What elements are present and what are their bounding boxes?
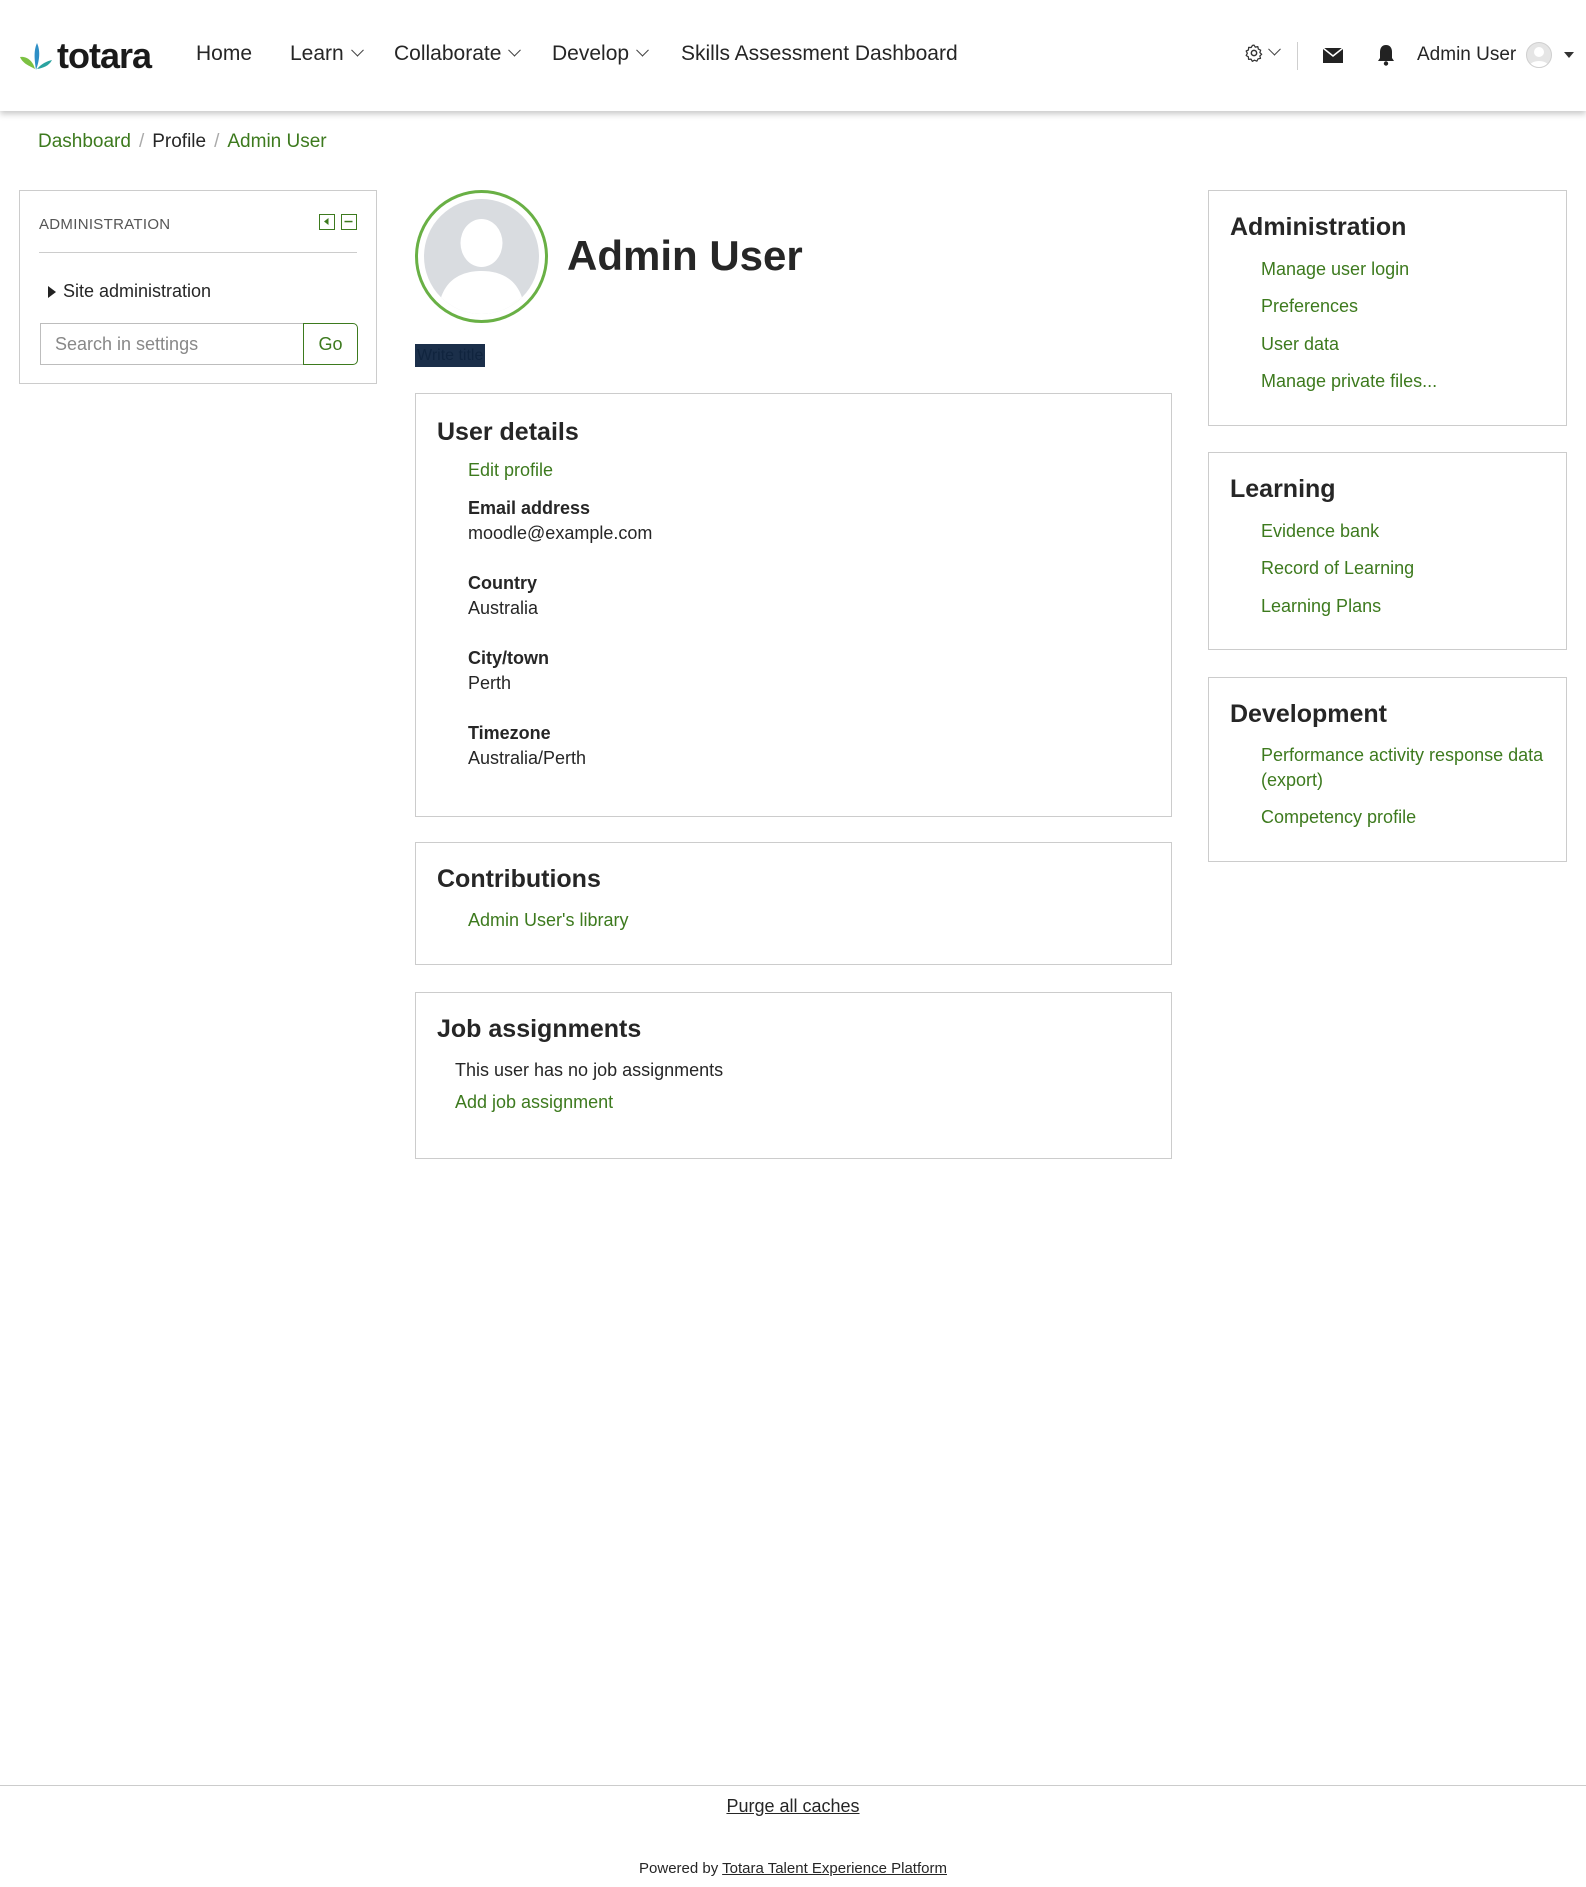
collapse-block-button[interactable] [341,214,357,230]
expand-triangle-icon [48,285,56,298]
envelope-icon [1322,47,1344,63]
evidence-bank-link[interactable]: Evidence bank [1261,519,1551,544]
competency-profile-link[interactable]: Competency profile [1261,805,1551,830]
field-value-city: Perth [468,673,512,693]
user-details-title: User details [437,418,579,446]
footer-divider [0,1785,1586,1786]
contributions-card: Contributions Admin User's library [415,842,1172,965]
breadcrumb-dashboard[interactable]: Dashboard [38,131,131,153]
learning-title: Learning [1230,475,1336,503]
tree-item-site-administration[interactable]: Site administration [48,281,211,302]
settings-search-go-button[interactable]: Go [303,323,358,365]
profile-administration-block: Administration Manage user login Prefere… [1208,190,1567,426]
learning-block: Learning Evidence bank Record of Learnin… [1208,452,1567,650]
totara-logo[interactable]: totara [19,35,152,76]
field-label-email: Email address [468,498,591,518]
manage-private-files-link[interactable]: Manage private files... [1261,369,1551,394]
totara-platform-link[interactable]: Totara Talent Experience Platform [722,1860,947,1877]
gear-icon [1245,44,1263,62]
user-menu[interactable]: Admin User [1417,42,1575,68]
bell-icon [1378,45,1394,66]
breadcrumb-separator: / [214,131,220,152]
field-value-country: Australia [468,598,539,618]
profile-administration-title: Administration [1230,213,1407,241]
profile-full-name: Admin User [567,232,803,279]
administration-block-title: ADMINISTRATION [39,216,171,233]
user-menu-name: Admin User [1417,44,1517,65]
nav-collaborate-label: Collaborate [394,42,502,65]
field-value-timezone: Australia/Perth [468,748,587,768]
chevron-down-icon [508,43,522,57]
tree-item-label: Site administration [63,281,212,301]
breadcrumb-admin-user[interactable]: Admin User [227,131,326,153]
breadcrumb: Dashboard / Profile / Admin User [38,131,327,153]
field-label-country: Country [468,573,537,593]
add-job-assignment-link[interactable]: Add job assignment [455,1092,613,1113]
powered-by-prefix: Powered by [639,1860,723,1877]
caret-down-icon [1564,52,1575,58]
powered-by: Powered by Totara Talent Experience Plat… [0,1860,1586,1877]
breadcrumb-separator: / [138,131,145,152]
performance-activity-export-link[interactable]: Performance activity response data (expo… [1261,743,1551,793]
purge-all-caches-link[interactable]: Purge all caches [726,1796,859,1816]
notifications-button[interactable] [1377,44,1395,71]
field-value-email[interactable]: moodle@example.com [468,523,652,544]
nav-learn-label: Learn [290,42,344,65]
block-controls [319,214,357,230]
job-assignments-card: Job assignments This user has no job ass… [415,992,1172,1159]
preferences-link[interactable]: Preferences [1261,294,1551,319]
chevron-down-icon [636,43,649,57]
nav-skills-assessment-dashboard[interactable]: Skills Assessment Dashboard [681,42,958,66]
dock-left-icon [324,218,329,225]
nav-skills-label: Skills Assessment Dashboard [681,42,958,65]
nav-develop-label: Develop [552,42,630,65]
purge-caches-container: Purge all caches [0,1796,1586,1817]
learning-plans-link[interactable]: Learning Plans [1261,594,1551,619]
nav-develop[interactable]: Develop [552,42,649,66]
selected-text-highlight: Write title [415,344,486,367]
profile-picture-inner [424,199,539,314]
totara-leaf-icon [20,43,52,70]
user-silhouette-icon [438,219,525,314]
navbar-divider [1297,42,1298,70]
settings-search-input[interactable] [40,323,304,365]
development-title: Development [1230,700,1387,728]
breadcrumb-profile: Profile [152,131,207,152]
settings-menu[interactable] [1244,42,1281,63]
minus-icon [344,220,353,223]
user-details-card: User details Edit profile Email address … [415,393,1172,817]
chevron-down-icon [1268,42,1281,56]
nav-home-label: Home [196,42,253,65]
field-label-city: City/town [468,648,549,668]
record-of-learning-link[interactable]: Record of Learning [1261,556,1551,581]
messages-button[interactable] [1322,47,1344,68]
profile-picture [415,190,548,323]
no-job-assignments-message: This user has no job assignments [455,1060,724,1080]
nav-home[interactable]: Home [196,42,252,66]
user-data-link[interactable]: User data [1261,332,1551,357]
job-assignments-title: Job assignments [437,1015,642,1043]
edit-profile-link[interactable]: Edit profile [468,460,553,481]
top-navbar: totara Home Learn Collaborate Develop Sk… [0,0,1586,111]
development-block: Development Performance activity respons… [1208,677,1567,862]
logo-text: totara [57,35,152,76]
avatar [1526,42,1553,68]
block-divider [39,252,357,253]
nav-collaborate[interactable]: Collaborate [394,42,522,66]
chevron-down-icon [350,43,364,57]
field-label-timezone: Timezone [468,723,551,743]
administration-block: ADMINISTRATION Site administration Go [19,190,377,384]
user-library-link[interactable]: Admin User's library [468,910,628,931]
contributions-title: Contributions [437,865,601,893]
manage-user-login-link[interactable]: Manage user login [1261,257,1551,282]
nav-learn[interactable]: Learn [290,42,364,66]
dock-block-button[interactable] [319,214,335,230]
user-silhouette-icon [1529,47,1550,67]
